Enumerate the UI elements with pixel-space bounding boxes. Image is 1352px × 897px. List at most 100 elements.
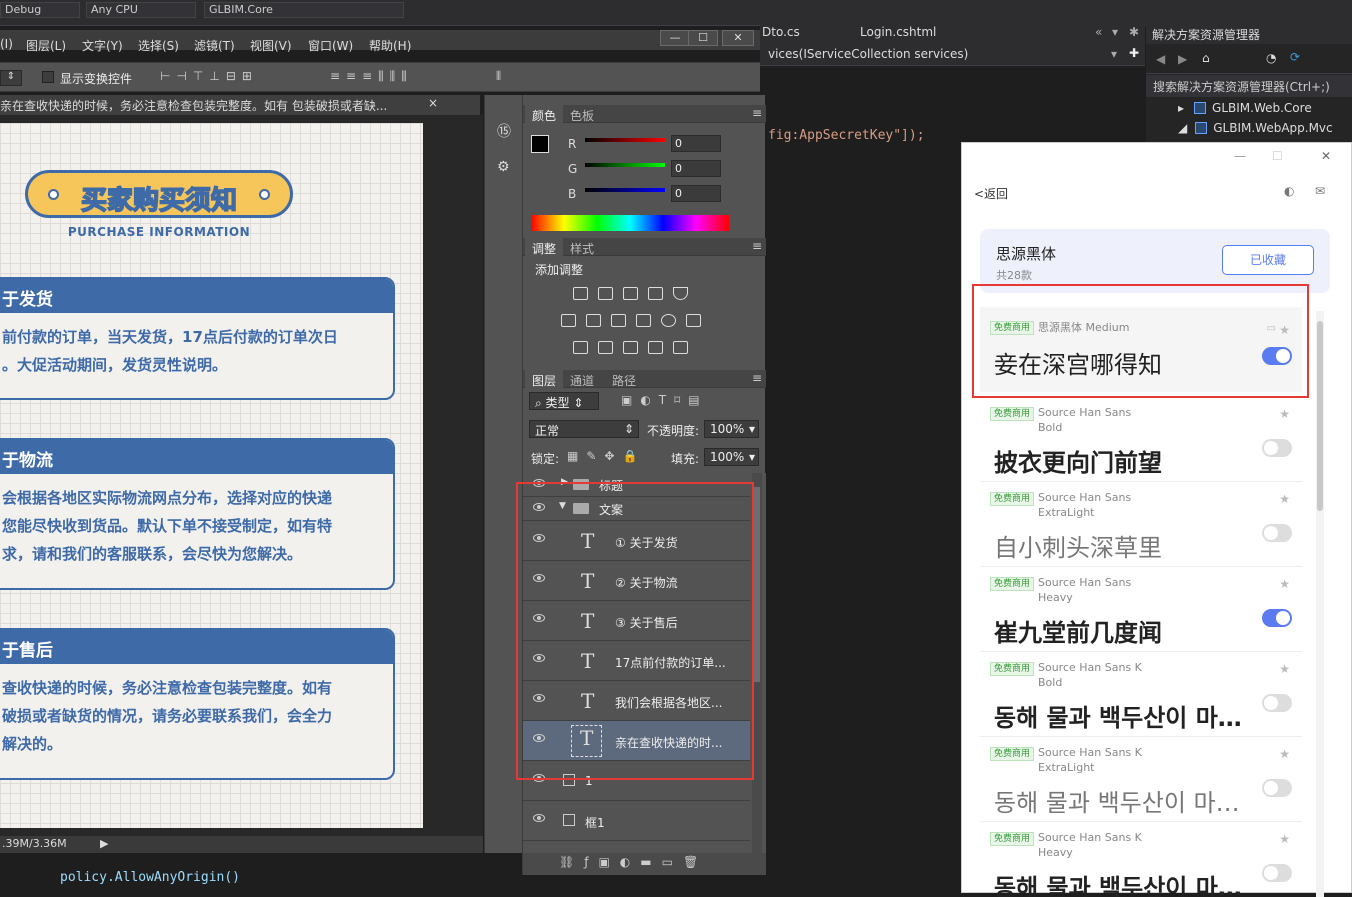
star-icon[interactable]: ★ [1279,407,1290,421]
mail-icon[interactable]: ✉ [1315,184,1325,198]
tab-dto[interactable]: Dto.cs [762,25,800,39]
history-icon[interactable]: ◔ [1266,51,1276,65]
tool-preset-stepper[interactable]: ⇕ [0,70,22,86]
exposure-icon[interactable] [648,287,663,300]
document-tab[interactable]: 亲在查收快递的时候，务必注意检查包装完整度。如有 包装破损或者缺... × [0,95,480,115]
font-item[interactable]: 免费商用 Source Han Sans K ExtraLight ★ 동해 물과… [980,737,1302,822]
menu-select[interactable]: 选择(S) [138,37,179,54]
channel-r-value[interactable]: 0 [671,135,721,152]
font-item[interactable]: 免费商用 Source Han Sans K Heavy ★ 동해 물과 백두산이… [980,822,1302,897]
config-select[interactable]: Debug [0,2,80,18]
back-icon[interactable]: ◀ [1156,52,1165,66]
font-toggle[interactable] [1262,439,1292,457]
color-balance-icon[interactable] [586,314,601,327]
color-lookup-icon[interactable] [686,314,701,327]
tab-color[interactable]: 颜色 [525,105,564,123]
channel-b-value[interactable]: 0 [671,185,721,202]
show-transform-checkbox[interactable] [42,71,54,83]
layers-footer-icons[interactable]: ⛓ƒ▣◐▬▭🗑 [523,853,766,875]
member-nav-bar[interactable]: vices(IServiceCollection services) ▾ ✚ [760,44,1145,66]
nav-dropdown-icon[interactable]: ▾ [1111,47,1117,61]
channel-mixer-icon[interactable] [661,314,676,327]
tab-layers[interactable]: 图层 [525,370,564,388]
home-icon[interactable]: ⌂ [1202,51,1210,65]
menu-type[interactable]: 文字(Y) [82,37,123,54]
menu-item[interactable]: (I) [0,37,13,51]
close-icon[interactable]: ✕ [1321,149,1331,163]
channel-g-slider[interactable] [585,163,665,167]
selective-color-icon[interactable] [648,341,663,354]
menu-filter[interactable]: 滤镜(T) [194,37,235,54]
gradient-map-icon[interactable] [673,341,688,354]
vibrance-icon[interactable] [673,287,688,300]
star-icon[interactable]: ★ [1279,747,1290,761]
platform-select[interactable]: Any CPU [86,2,196,18]
fill-input[interactable]: 100% ▾ [704,448,759,466]
opacity-input[interactable]: 100% ▾ [704,420,759,438]
scrollbar-thumb[interactable] [754,487,760,682]
foreground-swatch[interactable] [531,135,549,153]
tab-scroll-icon[interactable]: « [1095,25,1102,39]
menu-help[interactable]: 帮助(H) [369,37,411,54]
solution-item-core[interactable]: ▸ GLBIM.Web.Core [1178,101,1312,115]
hue-saturation-icon[interactable] [561,314,576,327]
back-link[interactable]: <返回 [974,185,1008,202]
menu-view[interactable]: 视图(V) [250,37,292,54]
tab-dropdown-icon[interactable]: ▾ [1112,25,1118,39]
font-toggle[interactable] [1262,779,1292,797]
scrollbar-thumb[interactable] [1317,321,1323,511]
collected-button[interactable]: 已收藏 [1222,245,1314,275]
split-icon[interactable]: ✚ [1129,46,1139,60]
menu-window[interactable]: 窗口(W) [308,37,353,54]
method-signature[interactable]: vices(IServiceCollection services) [768,47,968,61]
star-icon[interactable]: ★ [1279,832,1290,846]
minimize-icon[interactable]: — [1234,149,1246,163]
star-icon[interactable]: ★ [1279,492,1290,506]
font-toggle[interactable] [1262,609,1292,627]
font-item[interactable]: 免费商用 Source Han Sans Heavy ★ 崔九堂前几度闻 [980,567,1302,652]
font-item[interactable]: 免费商用 Source Han Sans Bold ★ 披衣更向门前望 [980,397,1302,482]
solution-item-mvc[interactable]: ◢ GLBIM.WebApp.Mvc [1178,121,1333,135]
align-icons[interactable]: ⊢⊣⊤⊥⊟⊞ [160,69,258,83]
star-icon[interactable]: ★ [1279,577,1290,591]
panel-menu-icon[interactable]: ≡ [752,239,762,253]
brightness-icon[interactable] [573,287,588,300]
settings-icon[interactable]: ✱ [1129,25,1139,39]
font-item[interactable]: 免费商用 Source Han Sans K Bold ★ 동해 물과 백두산이 … [980,652,1302,737]
minimize-button[interactable]: — [660,30,690,46]
tab-styles[interactable]: 样式 [563,238,601,256]
font-item[interactable]: 免费商用 Source Han Sans ExtraLight ★ 自小刺头深草里 [980,482,1302,567]
close-button[interactable]: ✕ [722,30,754,46]
layer-shape[interactable]: 框1 [523,801,750,841]
levels-icon[interactable] [598,287,613,300]
history-panel-icon[interactable]: ⑮ [497,121,511,141]
layer-filter-icons[interactable]: ▣◐T⌑▤ [621,393,708,407]
document-close-icon[interactable]: × [428,96,438,110]
font-toggle[interactable] [1262,864,1292,882]
lock-icons[interactable]: ▦✎✥🔒 [567,449,645,463]
solution-search[interactable]: 搜索解决方案资源管理器(Ctrl+;) [1146,75,1352,97]
tab-paths[interactable]: 路径 [605,370,643,388]
expand-icon[interactable]: ▸ [1178,101,1184,115]
black-white-icon[interactable] [611,314,626,327]
theme-icon[interactable]: ◐ [1284,184,1294,198]
channel-g-value[interactable]: 0 [671,160,721,177]
photo-filter-icon[interactable] [636,314,651,327]
tab-adjustments[interactable]: 调整 [525,238,564,256]
channel-b-slider[interactable] [585,188,665,192]
curves-icon[interactable] [623,287,638,300]
tab-channels[interactable]: 通道 [563,370,601,388]
visibility-eye-icon[interactable] [533,814,545,822]
forward-icon[interactable]: ▶ [1178,52,1187,66]
maximize-icon[interactable]: ☐ [1272,149,1283,163]
tab-login[interactable]: Login.cshtml [860,25,936,39]
font-toggle[interactable] [1262,694,1292,712]
panel-menu-icon[interactable]: ≡ [752,106,762,120]
maximize-button[interactable]: ☐ [688,30,718,46]
threshold-icon[interactable] [623,341,638,354]
menu-layer[interactable]: 图层(L) [26,37,66,54]
tab-swatches[interactable]: 色板 [563,105,601,123]
color-ramp[interactable] [531,215,729,231]
star-icon[interactable]: ★ [1279,662,1290,676]
invert-icon[interactable] [573,341,588,354]
